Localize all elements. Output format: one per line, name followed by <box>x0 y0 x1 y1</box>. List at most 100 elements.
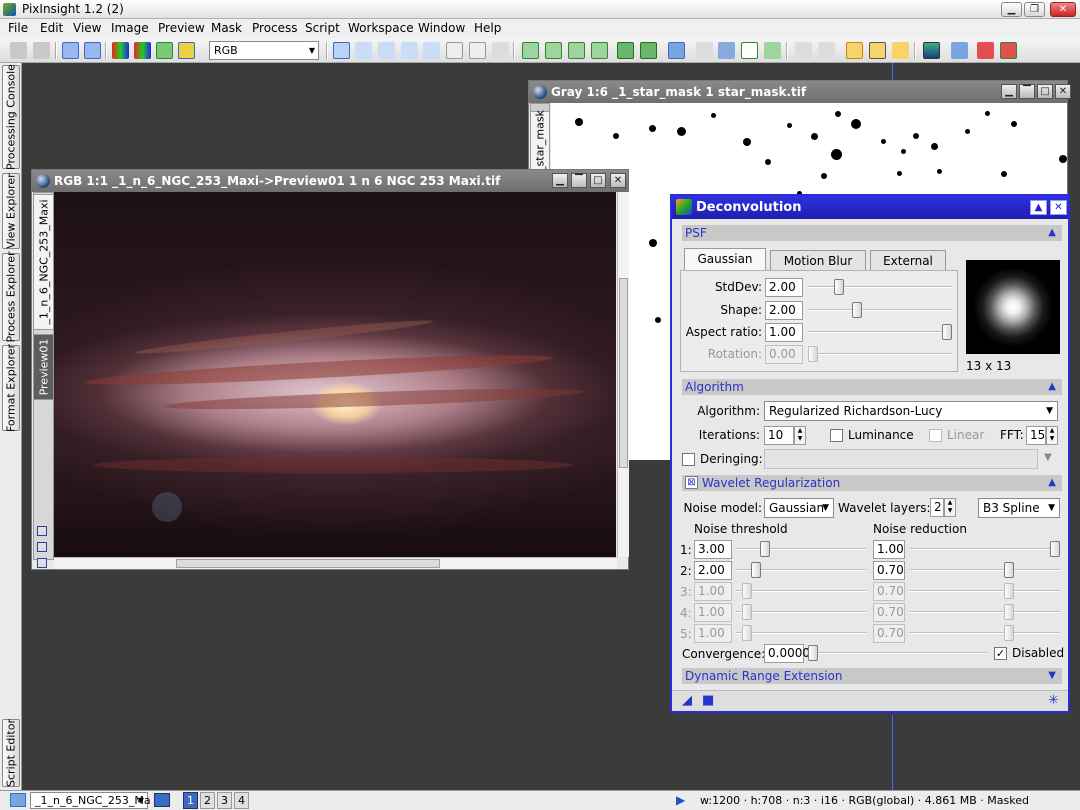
stddev-slider[interactable] <box>808 279 952 295</box>
apply-global-icon[interactable]: ■ <box>702 693 714 708</box>
stddev-input[interactable]: 2.00 <box>765 278 803 297</box>
layer-2-threshold-input[interactable]: 2.00 <box>694 561 732 580</box>
layer-5-threshold-input[interactable]: 1.00 <box>694 624 732 643</box>
window-maximize-icon[interactable]: □ <box>1037 84 1053 99</box>
layer-3-threshold-input[interactable]: 1.00 <box>694 582 732 601</box>
luminance-checkbox[interactable] <box>830 429 843 442</box>
fit-icon[interactable] <box>37 542 47 552</box>
workspace-2-button[interactable]: 2 <box>200 792 215 809</box>
shape-input[interactable]: 2.00 <box>765 301 803 320</box>
dialog-close-icon[interactable]: ✕ <box>1050 200 1067 215</box>
noise-model-select[interactable]: Gaussian ▼ <box>764 498 834 518</box>
dialog-shade-icon[interactable]: ▲ <box>1030 200 1047 215</box>
view-explorer-tab[interactable]: View Explorer <box>2 173 20 249</box>
process-icon[interactable] <box>668 42 685 59</box>
new-instance-icon[interactable]: ◢ <box>682 693 692 708</box>
fft-spinner[interactable]: ▲ ▼ <box>1046 426 1058 445</box>
tool-add-icon[interactable] <box>892 42 909 59</box>
color-calibration-icon[interactable] <box>977 42 994 59</box>
menu-script[interactable]: Script <box>305 21 340 35</box>
layer-1-threshold-input[interactable]: 3.00 <box>694 540 732 559</box>
redo-icon[interactable] <box>33 42 50 59</box>
linear-checkbox[interactable] <box>929 429 942 442</box>
luminance-icon[interactable] <box>178 42 195 59</box>
preview01-tab[interactable]: Preview01 <box>33 334 54 400</box>
layer-1-reduction-input[interactable]: 1.00 <box>873 540 905 559</box>
screen-transfer-icon[interactable] <box>923 42 940 59</box>
format-explorer-tab[interactable]: Format Explorer <box>2 344 20 432</box>
star-mask-window-titlebar[interactable]: Gray 1:6 _1_star_mask 1 star_mask.tif ▁ … <box>529 81 1071 103</box>
layer-4-reduction-input[interactable]: 0.70 <box>873 603 905 622</box>
align-right-icon[interactable] <box>818 42 835 59</box>
view-select[interactable]: _1_n_6_NGC_253_Ma ▼ <box>30 792 151 809</box>
deringing-expand-icon[interactable]: ▼ <box>1044 452 1052 463</box>
rotation-input[interactable]: 0.00 <box>765 345 803 364</box>
menu-view[interactable]: View <box>73 21 101 35</box>
menu-preview[interactable]: Preview <box>158 21 205 35</box>
preview-icon[interactable] <box>154 793 170 807</box>
aspect-ratio-slider[interactable] <box>808 324 952 340</box>
tab-external-psf[interactable]: External PSF <box>870 250 946 288</box>
new-image-icon[interactable] <box>62 42 79 59</box>
window-close-icon[interactable]: ✕ <box>1055 84 1071 99</box>
layer-5-reduction-slider[interactable] <box>910 625 1060 641</box>
vertical-scrollbar[interactable] <box>617 192 629 557</box>
menu-process[interactable]: Process <box>252 21 298 35</box>
menu-window[interactable]: Window <box>418 21 465 35</box>
convergence-input[interactable]: 0.0000 <box>764 644 810 663</box>
clone-image-icon[interactable] <box>84 42 101 59</box>
layer-5-reduction-input[interactable]: 0.70 <box>873 624 905 643</box>
iterations-spinner[interactable]: ▲ ▼ <box>794 426 806 445</box>
color-mode-select[interactable]: RGB ▼ <box>209 41 319 60</box>
main-view-tab[interactable]: _1_n_6_NGC_253_Maxi <box>33 194 54 330</box>
layer-3-reduction-slider[interactable] <box>910 583 1060 599</box>
layer-4-reduction-slider[interactable] <box>910 604 1060 620</box>
window-minimize-icon[interactable]: ▁ <box>552 173 568 188</box>
zoom-out-icon[interactable] <box>378 42 395 59</box>
convergence-slider[interactable] <box>808 645 988 661</box>
aspect-ratio-input[interactable]: 1.00 <box>765 323 803 342</box>
rotation-slider[interactable] <box>808 346 952 362</box>
menu-file[interactable]: File <box>8 21 28 35</box>
processing-console-tab[interactable]: Processing Console <box>2 64 20 170</box>
explore-icon[interactable] <box>718 42 735 59</box>
zoom-in-icon[interactable] <box>355 42 372 59</box>
mask-enable-icon[interactable] <box>617 42 634 59</box>
mask-show-icon[interactable] <box>591 42 608 59</box>
reset-icon[interactable]: ✳ <box>1048 693 1059 708</box>
deconvolution-titlebar[interactable]: Deconvolution ▲ ✕ <box>672 196 1068 219</box>
layer-1-threshold-slider[interactable] <box>736 541 866 557</box>
wavelet-layers-input[interactable]: 2 <box>930 498 944 517</box>
undo-icon[interactable] <box>10 42 27 59</box>
galaxy-window-titlebar[interactable]: RGB 1:1 _1_n_6_NGC_253_Maxi->Preview01 1… <box>32 170 628 192</box>
star-mask-view-tab[interactable]: _star_mask <box>530 110 550 172</box>
dre-section-header[interactable]: Dynamic Range Extension ▼ <box>682 668 1062 684</box>
tab-motion-blur-psf[interactable]: Motion Blur PSF <box>770 250 866 288</box>
wavelet-layers-spinner[interactable]: ▲ ▼ <box>944 498 956 517</box>
stf-icon[interactable] <box>951 42 968 59</box>
mask-new-icon[interactable] <box>522 42 539 59</box>
galaxy-window[interactable]: RGB 1:1 _1_n_6_NGC_253_Maxi->Preview01 1… <box>31 169 629 570</box>
horizontal-scroll-thumb[interactable] <box>176 559 440 568</box>
window-minimize-icon[interactable]: ▁ <box>1001 84 1017 99</box>
horizontal-scrollbar[interactable] <box>54 557 617 569</box>
new-preview-icon[interactable] <box>446 42 463 59</box>
vertical-scroll-thumb[interactable] <box>619 278 628 468</box>
tab-gaussian-psf[interactable]: Gaussian PSF <box>684 248 766 286</box>
edit-preview-icon[interactable] <box>469 42 486 59</box>
wavelet-enable-checkbox[interactable]: ⊠ <box>685 476 698 489</box>
workspace-1-button[interactable]: 1 <box>183 792 198 809</box>
minimize-button[interactable]: ▁ <box>1001 2 1022 17</box>
play-icon[interactable]: ▶ <box>676 793 685 807</box>
menu-workspace[interactable]: Workspace <box>348 21 414 35</box>
window-shade-icon[interactable]: ▔ <box>1019 84 1035 99</box>
layer-4-threshold-slider[interactable] <box>736 604 866 620</box>
iterations-input[interactable]: 10 <box>764 426 794 445</box>
window-close-icon[interactable]: ✕ <box>610 173 626 188</box>
window-shade-icon[interactable]: ▔ <box>571 173 587 188</box>
disabled-checkbox[interactable]: ✓ <box>994 647 1007 660</box>
layer-2-reduction-slider[interactable] <box>910 562 1060 578</box>
fit-view-icon[interactable] <box>401 42 418 59</box>
algorithm-select[interactable]: Regularized Richardson-Lucy ▼ <box>764 401 1058 421</box>
psf-section-header[interactable]: PSF ▲ <box>682 225 1062 241</box>
